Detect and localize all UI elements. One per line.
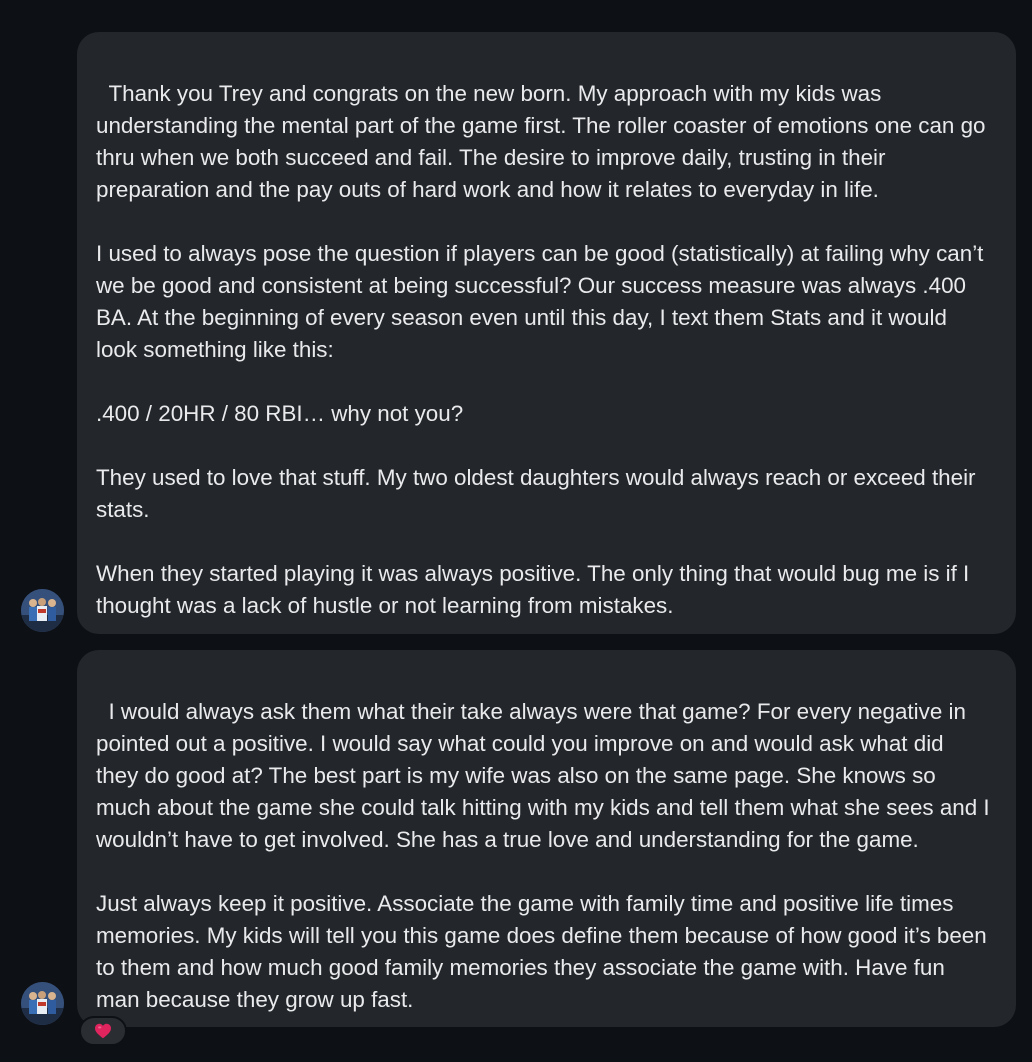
heart-icon <box>95 1023 111 1039</box>
avatar-photo <box>21 589 64 632</box>
message-bubble[interactable]: Thank you Trey and congrats on the new b… <box>77 32 1016 634</box>
message-text: Thank you Trey and congrats on the new b… <box>96 81 986 618</box>
avatar-photo <box>21 982 64 1025</box>
reaction-badge[interactable] <box>79 1016 127 1046</box>
avatar[interactable] <box>21 589 64 632</box>
message-text: I would always ask them what their take … <box>96 699 990 1012</box>
avatar[interactable] <box>21 982 64 1025</box>
message-bubble[interactable]: I would always ask them what their take … <box>77 650 1016 1027</box>
